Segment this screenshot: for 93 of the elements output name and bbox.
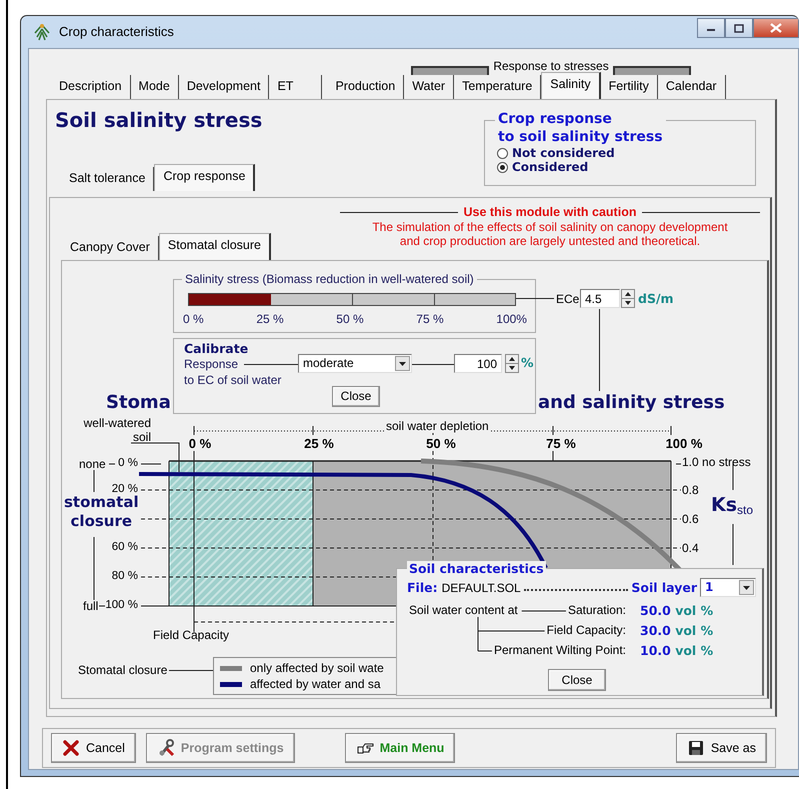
spin-buttons[interactable] bbox=[505, 354, 519, 373]
field-label: File: bbox=[407, 580, 438, 595]
axis-tick-label: 50 % bbox=[425, 436, 457, 452]
file-name: DEFAULT.SOL bbox=[442, 580, 521, 595]
axis-tick-label: 100 % bbox=[105, 599, 138, 613]
cancel-button[interactable]: Cancel bbox=[51, 733, 136, 763]
axis-label: full bbox=[83, 599, 98, 614]
tab-group-label: Response to stresses bbox=[492, 58, 610, 73]
close-button[interactable]: Close bbox=[548, 669, 606, 691]
caution-text: The simulation of the effects of soil salinity on canopy development and crop production are largely untested and theoretical. bbox=[371, 220, 729, 249]
field-label: Soil water content at bbox=[409, 603, 518, 618]
main-menu-button[interactable]: Main Menu bbox=[344, 733, 456, 763]
tab[interactable]: Description bbox=[51, 75, 131, 99]
field-label: ECe bbox=[556, 292, 580, 306]
legend-text: affected by water and sa bbox=[250, 676, 381, 692]
tab[interactable]: Production bbox=[327, 75, 404, 99]
axis-tick-label: 0.6 bbox=[682, 512, 699, 526]
field-value: 50.0 vol % bbox=[640, 603, 714, 619]
tab[interactable]: Fertility bbox=[600, 75, 658, 99]
axis-title: soil water depletion bbox=[384, 419, 491, 434]
caret-icon bbox=[739, 580, 754, 595]
bar-tick-label: 25 % bbox=[256, 312, 284, 326]
unit-label: % bbox=[521, 355, 534, 370]
layer-dropdown[interactable]: 1 bbox=[700, 578, 756, 597]
subtab[interactable]: Crop response bbox=[154, 164, 256, 191]
axis-tick-label: 1.0 no stress bbox=[682, 455, 751, 470]
panel-title: Soil characteristics bbox=[407, 561, 546, 576]
axis-tick-label: 0.8 bbox=[682, 483, 699, 498]
axis-title: Ks$_{sto}$ bbox=[711, 494, 754, 517]
page-heading: Soil salinity stress bbox=[55, 108, 264, 132]
tools-icon bbox=[156, 739, 175, 757]
axis-tick-label: 20 % bbox=[112, 483, 138, 496]
axis-tick-label: 100 % bbox=[664, 436, 704, 452]
field-label: Response bbox=[184, 357, 238, 372]
radio-label[interactable]: Not considered bbox=[512, 146, 615, 160]
field-value: 30.0 vol % bbox=[640, 623, 714, 639]
tab[interactable]: ET bbox=[269, 75, 322, 99]
tab[interactable]: Salinity bbox=[541, 72, 601, 99]
close-button[interactable]: Close bbox=[332, 386, 380, 407]
tab[interactable]: Calendar bbox=[658, 75, 726, 99]
tab[interactable]: Development bbox=[178, 75, 270, 99]
legend-text: only affected by soil wate bbox=[250, 660, 384, 676]
tab[interactable]: Water bbox=[404, 75, 454, 99]
chart-title: and salinity stress bbox=[538, 392, 725, 414]
inner-tab[interactable]: Stomatal closure bbox=[158, 233, 272, 260]
bar-tick-label: 0 % bbox=[183, 312, 204, 326]
axis-label: none bbox=[79, 457, 106, 472]
field-label: Saturation: bbox=[568, 603, 626, 618]
ece-input[interactable]: 4.5 bbox=[580, 289, 620, 308]
window-title: Crop characteristics bbox=[59, 24, 174, 40]
save-icon bbox=[686, 739, 705, 757]
field-label: Permanent Wilting Point: bbox=[494, 643, 626, 658]
save-button[interactable]: Save as bbox=[676, 733, 767, 763]
radio-label[interactable]: Considered bbox=[512, 160, 588, 175]
plant-icon bbox=[33, 23, 51, 41]
axis-label: Field Capacity bbox=[153, 628, 230, 642]
axis-label: well-watered soil bbox=[82, 416, 151, 444]
bar-tick-label: 100% bbox=[496, 312, 527, 326]
cross-icon bbox=[62, 739, 80, 757]
tab[interactable]: Mode bbox=[130, 75, 179, 99]
caution-title: Use this module with caution bbox=[464, 205, 636, 220]
field-label: Soil layer bbox=[631, 580, 697, 595]
radio-button[interactable] bbox=[497, 148, 508, 159]
response-dropdown[interactable]: moderate bbox=[298, 354, 412, 373]
minimize-button[interactable] bbox=[697, 18, 725, 38]
legend-label: Stomatal closure bbox=[78, 663, 168, 678]
axis-tick-label: 25 % bbox=[303, 436, 335, 452]
axis-tick-label: 80 % bbox=[112, 570, 138, 584]
axis-tick-label: 0 % bbox=[118, 457, 138, 471]
chart-title: Stoma bbox=[106, 392, 171, 414]
axis-tick-label: 0 % bbox=[188, 436, 212, 452]
axis-tick-label: 0.4 bbox=[682, 541, 699, 556]
axis-tick-label: 75 % bbox=[545, 436, 577, 452]
close-button[interactable] bbox=[753, 18, 799, 38]
field-label: Field Capacity: bbox=[546, 623, 626, 638]
unit-label: dS/m bbox=[638, 291, 674, 306]
group-title: Crop response to soil salinity stress bbox=[495, 111, 666, 146]
spin-buttons[interactable] bbox=[621, 289, 635, 308]
percent-input[interactable]: 100 bbox=[454, 354, 502, 373]
bar-tick-label: 50 % bbox=[336, 312, 364, 326]
bar-tick-label: 75 % bbox=[416, 312, 444, 326]
field-value: 10.0 vol % bbox=[640, 643, 714, 659]
maximize-button[interactable] bbox=[725, 18, 753, 38]
settings-button: Program settings bbox=[146, 733, 295, 763]
maximize-icon bbox=[734, 24, 744, 32]
panel-title: Calibrate bbox=[184, 341, 248, 356]
axis-title: stomatal closure bbox=[64, 493, 139, 531]
radio-button[interactable] bbox=[497, 162, 508, 174]
close-icon bbox=[770, 23, 782, 33]
axis-tick-label: 60 % bbox=[112, 541, 138, 555]
caret-icon bbox=[395, 356, 410, 371]
group-title: Salinity stress (Biomass reduction in well-watered soil) bbox=[182, 272, 477, 286]
field-label: to EC of soil water bbox=[184, 373, 282, 388]
